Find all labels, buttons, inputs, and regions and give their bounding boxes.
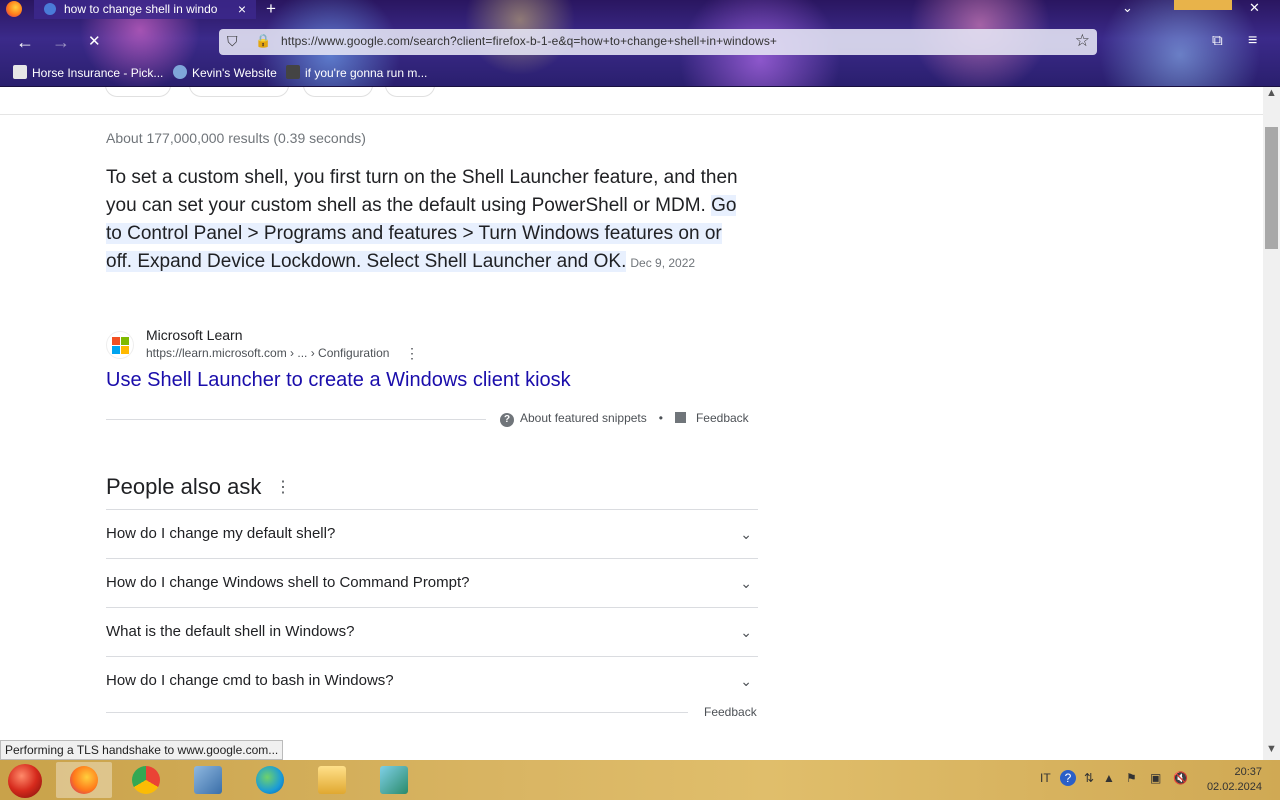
taskbar-firefox[interactable]	[56, 762, 112, 798]
microsoft-logo-icon[interactable]	[106, 331, 134, 359]
result-stats: About 177,000,000 results (0.39 seconds)	[106, 130, 366, 146]
language-indicator[interactable]: IT	[1040, 771, 1051, 785]
snippet-text: To set a custom shell, you first turn on…	[106, 167, 738, 216]
source-name[interactable]: Microsoft Learn	[146, 327, 242, 343]
paa-feedback-link[interactable]: Feedback	[704, 705, 757, 719]
taskbar-edge[interactable]	[242, 762, 298, 798]
bookmark-run-m[interactable]: if you're gonna run m...	[286, 65, 427, 80]
taskbar-control-panel[interactable]	[180, 762, 236, 798]
volume-muted-icon[interactable]: 🔇	[1173, 771, 1188, 785]
clock-date: 02.02.2024	[1206, 781, 1262, 793]
divider	[106, 419, 486, 420]
feedback-icon[interactable]	[674, 412, 686, 423]
bookmark-star-icon[interactable]: ☆	[1075, 31, 1090, 51]
address-bar[interactable]: ⛉ 🔒 https://www.google.com/search?client…	[219, 29, 1097, 55]
filter-chip[interactable]	[189, 87, 289, 97]
url-text[interactable]: https://www.google.com/search?client=fir…	[281, 34, 777, 48]
paa-question[interactable]: How do I change Windows shell to Command…	[106, 558, 758, 607]
chevron-down-icon: ⌄	[740, 575, 752, 591]
flag-icon[interactable]: ⚑	[1126, 771, 1137, 785]
cubes-icon	[380, 766, 408, 794]
new-tab-button[interactable]: +	[266, 0, 276, 18]
divider	[106, 712, 688, 713]
filter-chip[interactable]	[105, 87, 171, 97]
scroll-up-icon[interactable]: ▲	[1266, 87, 1277, 99]
snippet-date: Dec 9, 2022	[630, 256, 696, 270]
edge-icon	[256, 766, 284, 794]
chevron-down-icon: ⌄	[740, 673, 752, 689]
ghost-icon	[286, 65, 300, 79]
start-button[interactable]	[8, 764, 42, 798]
status-bar: Performing a TLS handshake to www.google…	[0, 740, 284, 760]
page-icon	[13, 65, 27, 79]
people-also-ask-list: How do I change my default shell? ⌄ How d…	[106, 509, 758, 705]
filter-chip[interactable]	[385, 87, 435, 97]
result-link[interactable]: Use Shell Launcher to create a Windows c…	[106, 369, 571, 392]
filter-chip[interactable]	[303, 87, 373, 97]
google-favicon-icon	[44, 3, 56, 15]
control-panel-icon	[194, 766, 222, 794]
divider	[0, 114, 1263, 115]
taskbar-chrome[interactable]	[118, 762, 174, 798]
globe-icon	[173, 65, 187, 79]
scroll-down-icon[interactable]: ▼	[1266, 743, 1277, 755]
folder-icon	[318, 766, 346, 794]
tracking-protection-icon[interactable]: ⛉	[227, 33, 238, 50]
help-icon[interactable]: ?	[500, 413, 514, 427]
help-icon[interactable]: ?	[1060, 770, 1076, 786]
clock-time: 20:37	[1234, 766, 1262, 778]
back-icon[interactable]: ←	[16, 32, 34, 53]
taskbar-app[interactable]	[366, 762, 422, 798]
clock[interactable]: 20:37 02.02.2024	[1207, 765, 1262, 795]
stop-loading-icon[interactable]: ✕	[88, 32, 101, 50]
feedback-link[interactable]: Feedback	[696, 411, 749, 425]
snippet-footer: ? About featured snippets • Feedback	[500, 411, 749, 427]
minimize-button[interactable]	[1174, 0, 1232, 10]
tab-title: how to change shell in windo	[64, 2, 218, 16]
scrollbar-thumb[interactable]	[1265, 127, 1278, 249]
browser-toolbar: how to change shell in windo × + ⌄ ✕ ← →…	[0, 0, 1280, 87]
chevron-down-icon: ⌄	[740, 526, 752, 542]
paa-question[interactable]: How do I change cmd to bash in Windows? ⌄	[106, 656, 758, 705]
source-url[interactable]: https://learn.microsoft.com › ... › Conf…	[146, 346, 389, 360]
taskbar-file-explorer[interactable]	[304, 762, 360, 798]
close-window-icon[interactable]: ✕	[1249, 0, 1260, 16]
separator-dot: •	[658, 411, 663, 425]
chrome-icon	[132, 766, 160, 794]
paa-question[interactable]: What is the default shell in Windows? ⌄	[106, 607, 758, 656]
input-options-icon[interactable]: ⇅	[1084, 771, 1094, 785]
list-all-tabs-icon[interactable]: ⌄	[1122, 0, 1133, 16]
tab-active[interactable]: how to change shell in windo ×	[34, 0, 256, 19]
firefox-icon	[70, 766, 98, 794]
chevron-down-icon: ⌄	[740, 624, 752, 640]
more-options-icon[interactable]: ⋮	[405, 345, 419, 362]
bookmark-kevins-website[interactable]: Kevin's Website	[173, 65, 277, 80]
close-tab-icon[interactable]: ×	[238, 0, 246, 18]
show-hidden-icons-icon[interactable]: ▲	[1103, 771, 1115, 785]
filter-chips	[105, 87, 435, 99]
extensions-icon[interactable]: ⧉	[1212, 32, 1223, 49]
paa-question[interactable]: How do I change my default shell? ⌄	[106, 509, 758, 558]
search-results-page: About 177,000,000 results (0.39 seconds)…	[0, 87, 1263, 760]
network-icon[interactable]: ▣	[1150, 771, 1161, 785]
bookmark-horse-insurance[interactable]: Horse Insurance - Pick...	[13, 65, 163, 80]
people-also-ask-title: People also ask	[106, 474, 262, 499]
menu-icon[interactable]: ≡	[1248, 32, 1257, 50]
featured-snippet: To set a custom shell, you first turn on…	[106, 164, 746, 277]
forward-icon[interactable]: →	[52, 32, 70, 53]
taskbar: IT ? ⇅ ▲ ⚑ ▣ 🔇 20:37 02.02.2024	[0, 760, 1280, 800]
page-scrollbar[interactable]: ▲ ▼	[1263, 87, 1280, 760]
lock-icon[interactable]: 🔒	[255, 33, 271, 49]
firefox-icon	[6, 1, 22, 17]
about-featured-snippets-link[interactable]: About featured snippets	[520, 411, 647, 425]
more-options-icon[interactable]: ⋮	[275, 477, 291, 497]
